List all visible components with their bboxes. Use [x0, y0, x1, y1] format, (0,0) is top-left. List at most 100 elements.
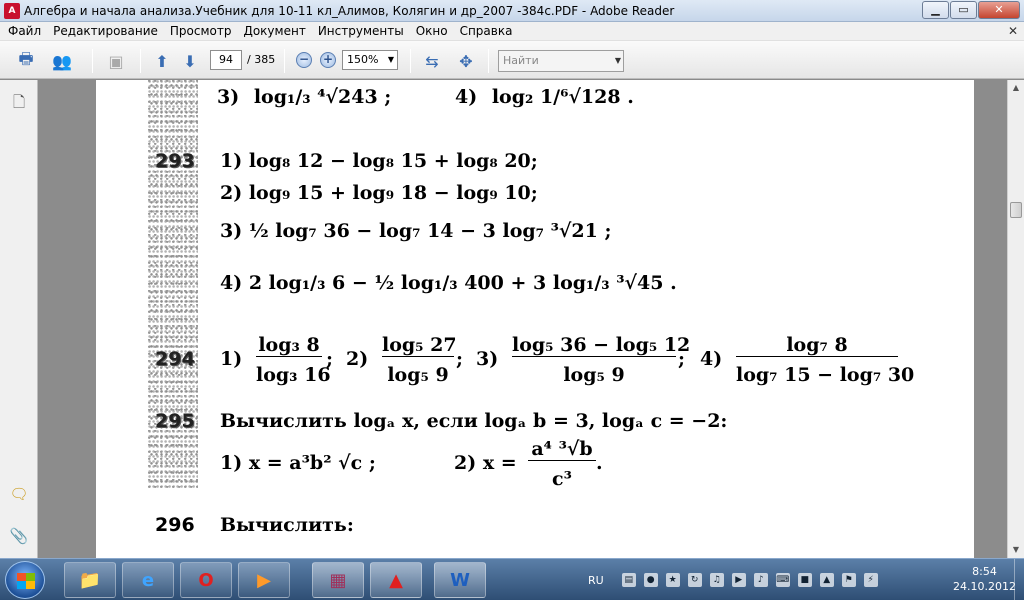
chevron-down-icon[interactable]: ▼ [615, 51, 621, 71]
menu-document[interactable]: Документ [237, 24, 311, 38]
expression: log₂ 1/⁶√128 . [491, 86, 634, 108]
page-down-icon[interactable]: ⬇ [178, 50, 202, 72]
toolbar: 🖶 👥 ▣ ⬆ ⬇ 94 / 385 − + 150% ▼ ⇆ ✥ Найти … [0, 41, 1024, 79]
window-controls: ▁ ▭ ✕ [921, 1, 1020, 20]
toolbar-separator [92, 49, 93, 73]
problem-number: 295 [155, 410, 195, 432]
fit-width-icon[interactable]: ⇆ [420, 50, 444, 72]
menu-view[interactable]: Просмотр [164, 24, 238, 38]
keyboard-icon[interactable]: ⌨ [775, 573, 790, 587]
fraction-denominator: log₅ 9 [387, 364, 449, 386]
clock[interactable]: 8:54 24.10.2012 [953, 564, 1016, 594]
word-icon[interactable]: W [434, 562, 486, 598]
menu-tools[interactable]: Инструменты [312, 24, 410, 38]
fraction-numerator: log₇ 8 [736, 334, 898, 357]
tray-app-icon[interactable]: ■ [797, 573, 812, 587]
exercise-line: 2) x = [454, 452, 517, 474]
zoom-out-icon[interactable]: − [296, 52, 312, 68]
page-number-input[interactable]: 94 [210, 50, 242, 70]
fraction-numerator: log₅ 27 [382, 334, 457, 357]
tray-app-icon[interactable]: ▲ [819, 573, 834, 587]
scroll-thumb[interactable] [1010, 202, 1022, 218]
vertical-scrollbar[interactable]: ▲ ▼ [1007, 80, 1024, 558]
pages-icon[interactable]: 🗋 [9, 93, 29, 114]
fraction-numerator: a⁴ ³√b [528, 438, 596, 461]
menu-window[interactable]: Окно [410, 24, 454, 38]
system-tray: RU ▤ ● ★ ↻ ♫ ▶ ♪ ⌨ ■ ▲ ⚑ ⚡ [588, 569, 882, 591]
fraction-denominator: log₃ 16 [256, 364, 331, 386]
menu-edit[interactable]: Редактирование [47, 24, 164, 38]
minimize-button[interactable]: ▁ [922, 1, 949, 19]
item-number: 4) [455, 86, 478, 108]
winrar-icon[interactable]: ▦ [312, 562, 364, 598]
start-button[interactable] [5, 561, 45, 599]
share-icon[interactable]: ▣ [104, 50, 128, 72]
item-number: 4) [700, 348, 723, 370]
separator: ; [678, 348, 686, 370]
separator: ; [456, 348, 464, 370]
find-input[interactable]: Найти ▼ [498, 50, 624, 72]
exercise-line: 1) x = a³b² √c ; [220, 452, 376, 474]
document-close-icon[interactable]: ✕ [1008, 24, 1018, 38]
menu-file[interactable]: Файл [2, 24, 47, 38]
exercise-line: 2) log₉ 15 + log₉ 18 − log₉ 10; [220, 182, 538, 204]
page-separator: / [247, 53, 251, 66]
menu-help[interactable]: Справка [454, 24, 519, 38]
windows-logo-icon [17, 581, 35, 589]
bluetooth-icon[interactable]: ★ [665, 573, 680, 587]
problem-number: 294 [155, 348, 195, 370]
power-icon[interactable]: ⚡ [863, 573, 878, 587]
page-total: / 385 [247, 53, 275, 66]
exercise-line: 4) log₂ 1/⁶√128 . [455, 86, 634, 108]
item-number: 3) [217, 86, 240, 108]
ie-icon[interactable]: e [122, 562, 174, 598]
fraction-denominator: log₇ 15 − log₇ 30 [736, 364, 915, 386]
fraction-denominator: c³ [552, 468, 572, 490]
speaker-icon[interactable]: ♫ [709, 573, 724, 587]
media-player-icon[interactable]: ▶ [238, 562, 290, 598]
collaborate-icon[interactable]: 👥 [50, 50, 74, 72]
zoom-value: 150% [347, 53, 379, 66]
exercise-line: 3) log₁/₃ ⁴√243 ; [217, 86, 391, 108]
problem-text: Вычислить logₐ x, если logₐ b = 3, logₐ … [220, 410, 728, 432]
toolbar-separator [488, 49, 489, 73]
tray-app-icon[interactable]: ● [643, 573, 658, 587]
attachments-icon[interactable]: 📎 [9, 526, 29, 546]
show-desktop-button[interactable] [1014, 559, 1024, 600]
item-number: 1) [220, 348, 243, 370]
title-bar: A Алгебра и начала анализа.Учебник для 1… [0, 0, 1024, 22]
flag-icon[interactable]: ⚑ [841, 573, 856, 587]
network-icon[interactable]: ▤ [621, 573, 636, 587]
fraction-numerator: log₅ 36 − log₅ 12 [512, 334, 691, 357]
acrobat-icon: A [4, 3, 20, 19]
item-number: 2) [346, 348, 369, 370]
media-icon[interactable]: ▶ [731, 573, 746, 587]
zoom-select[interactable]: 150% ▼ [342, 50, 398, 70]
close-button[interactable]: ✕ [978, 1, 1020, 19]
fraction-numerator: log₃ 8 [256, 334, 322, 357]
print-icon[interactable]: 🖶 [14, 49, 38, 72]
navigation-panel: 🗋 🗨 📎 [0, 80, 38, 558]
exercise-line: 4) 2 log₁/₃ 6 − ½ log₁/₃ 400 + 3 log₁/₃ … [220, 272, 677, 294]
clock-date: 24.10.2012 [953, 580, 1016, 593]
document-view[interactable]: 3) log₁/₃ ⁴√243 ; 4) log₂ 1/⁶√128 . 293 … [39, 80, 1007, 558]
sync-icon[interactable]: ↻ [687, 573, 702, 587]
adobe-reader-icon[interactable]: ▲ [370, 562, 422, 598]
fraction-denominator: log₅ 9 [563, 364, 625, 386]
exercise-line: 3) ½ log₇ 36 − log₇ 14 − 3 log₇ ³√21 ; [220, 220, 612, 242]
scroll-down-icon[interactable]: ▼ [1008, 542, 1024, 558]
exercise-line: 1) log₈ 12 − log₈ 15 + log₈ 20; [220, 150, 538, 172]
scroll-up-icon[interactable]: ▲ [1008, 80, 1024, 96]
fit-page-icon[interactable]: ✥ [454, 50, 478, 72]
maximize-button[interactable]: ▭ [950, 1, 977, 19]
language-indicator[interactable]: RU [588, 574, 604, 587]
explorer-icon[interactable]: 📁 [64, 562, 116, 598]
opera-icon[interactable]: O [180, 562, 232, 598]
comments-icon[interactable]: 🗨 [9, 484, 29, 504]
problem-number: 293 [155, 150, 195, 172]
page-up-icon[interactable]: ⬆ [150, 50, 174, 72]
volume-icon[interactable]: ♪ [753, 573, 768, 587]
window-title: Алгебра и начала анализа.Учебник для 10-… [24, 4, 675, 18]
chevron-down-icon: ▼ [387, 55, 395, 64]
zoom-in-icon[interactable]: + [320, 52, 336, 68]
